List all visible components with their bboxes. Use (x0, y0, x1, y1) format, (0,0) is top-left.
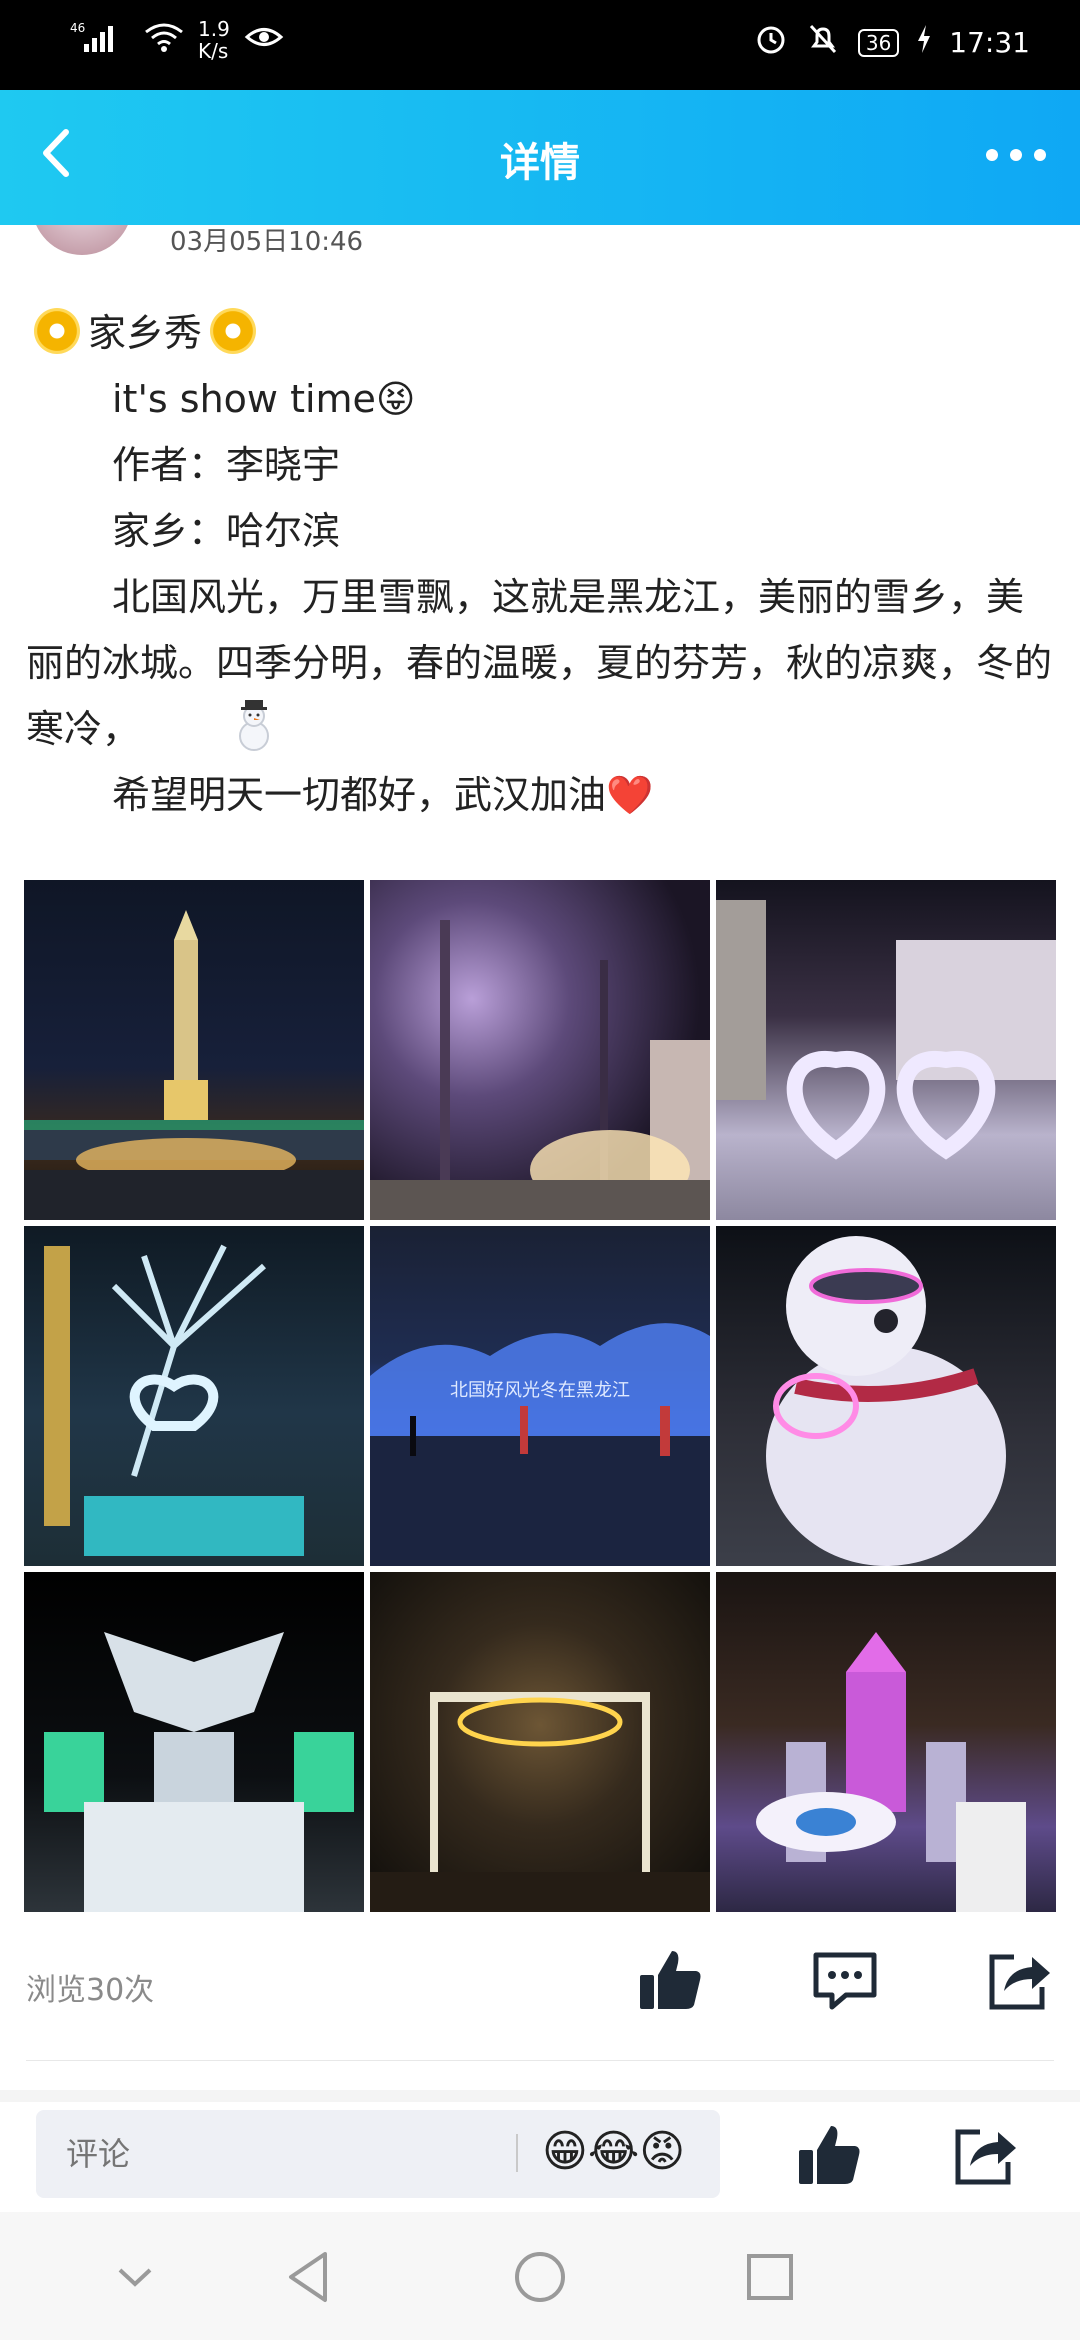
network-speed: 1.9 K/s (198, 18, 230, 62)
ice-heart-illustration (716, 900, 1056, 1160)
photo-ice-heart[interactable] (716, 880, 1056, 1220)
eye-icon (244, 22, 284, 58)
emoji-button[interactable]: 😁😂😡 (542, 2126, 685, 2177)
ice-bear-illustration (766, 1236, 1006, 1566)
share-button[interactable] (984, 1945, 1054, 2015)
comment-icon (813, 1952, 877, 2010)
signal-icon: 46 (70, 20, 130, 60)
post-paragraph: 北国风光，万里雪飘，这就是黑龙江，美丽的雪乡，美丽的冰城。四季分明，春的温暖，夏… (26, 564, 1056, 762)
wifi-icon (144, 22, 184, 58)
circle-home-icon (515, 2252, 565, 2302)
ice-eagle-illustration (44, 1632, 354, 1912)
photo-snow-wall[interactable]: 北国好风光冬在黑龙江 (370, 1226, 710, 1566)
post-wish: 希望明天一切都好，武汉加油❤️ (26, 762, 1056, 828)
photo-light-arch[interactable] (370, 1572, 710, 1912)
lights-illustration (370, 920, 710, 1220)
share-icon (989, 1954, 1050, 2010)
status-left: 46 46 1.9 K/s (70, 18, 284, 62)
view-count: 浏览30次 (26, 1973, 155, 2008)
title-bar: 详情 (0, 90, 1080, 225)
triangle-back-icon (289, 2252, 327, 2302)
photo-lights-street[interactable] (370, 880, 710, 1220)
square-recents-icon (747, 2254, 793, 2300)
status-right: 36 17:31 (754, 22, 1030, 63)
comment-separator (516, 2134, 518, 2172)
more-button[interactable] (976, 130, 1056, 180)
status-time: 17:31 (949, 26, 1030, 59)
page-title: 详情 (500, 140, 580, 186)
post-hometown: 家乡：哈尔滨 (112, 509, 341, 553)
post-author: 作者：李晓宇 (112, 443, 341, 487)
ice-tree-illustration (44, 1244, 304, 1556)
comment-button[interactable] (810, 1945, 880, 2015)
photo-ice-castle[interactable] (716, 1572, 1056, 1912)
heart-icon: ❤️ (606, 773, 654, 817)
tower-illustration (24, 910, 364, 1220)
network-speed-unit: K/s (198, 39, 229, 63)
comment-bar: 😁😂😡 (0, 2102, 1080, 2212)
network-speed-value: 1.9 (198, 17, 230, 41)
navigation-bar (0, 2212, 1080, 2340)
share-icon (955, 2129, 1016, 2185)
nav-home-button[interactable] (505, 2242, 575, 2312)
nav-back-button[interactable] (275, 2242, 345, 2312)
bottom-like-button[interactable] (795, 2120, 865, 2190)
photo-caption: 北国好风光冬在黑龙江 (450, 1379, 630, 1401)
comment-box[interactable]: 😁😂😡 (36, 2110, 720, 2198)
avatar[interactable] (32, 225, 132, 255)
comment-input[interactable] (66, 2128, 506, 2180)
flower-icon (210, 308, 257, 354)
photo-ice-bear[interactable] (716, 1226, 1056, 1566)
battery-indicator: 36 (857, 28, 900, 57)
status-bar: 46 46 1.9 K/s (0, 0, 1080, 90)
light-arch-illustration (370, 1692, 710, 1912)
thumbs-up-icon (640, 1951, 701, 2009)
post-wish-text: 希望明天一切都好，武汉加油 (112, 773, 607, 817)
charging-icon (917, 25, 931, 60)
like-button[interactable] (636, 1945, 706, 2015)
nav-collapse-button[interactable] (100, 2242, 170, 2312)
thumbs-up-icon (799, 2126, 860, 2184)
post-time: 03月05日10:46 (170, 227, 364, 257)
photo-tower[interactable] (24, 880, 364, 1220)
post-header: 03月05日10:46 (0, 225, 1080, 265)
photo-grid: 北国好风光冬在黑龙江 (24, 880, 1056, 1912)
nav-recents-button[interactable] (735, 2242, 805, 2312)
flower-icon (34, 308, 80, 354)
ice-castle-illustration (756, 1632, 1026, 1912)
post-content: 家乡秀 it's show time😝 作者：李晓宇 家乡：哈尔滨 北国风光，万… (26, 300, 1056, 828)
photo-ice-tree[interactable] (24, 1226, 364, 1566)
post-line: it's show time😝 (112, 377, 416, 421)
bottom-share-button[interactable] (950, 2120, 1020, 2190)
post-title-line: 家乡秀 (26, 300, 1056, 366)
svg-text:46: 46 (70, 21, 85, 35)
section-divider (0, 2090, 1080, 2102)
more-dots-icon (986, 149, 1046, 161)
post-title: 家乡秀 (88, 311, 203, 355)
photo-ice-eagle[interactable] (24, 1572, 364, 1912)
mute-icon (806, 22, 840, 63)
chevron-down-icon (118, 2268, 152, 2287)
divider (26, 2060, 1054, 2061)
snowman-icon (140, 698, 270, 754)
alarm-icon (754, 22, 788, 63)
